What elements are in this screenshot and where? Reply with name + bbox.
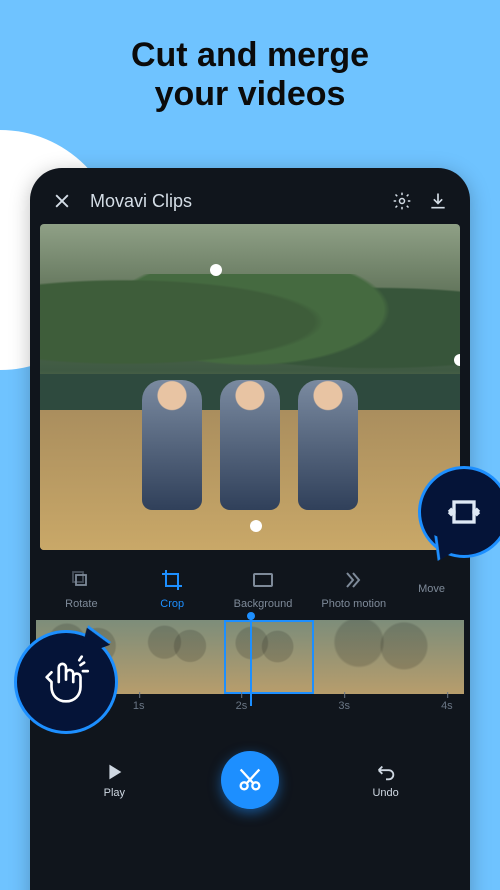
timeline-tick: 1s — [133, 700, 145, 712]
timeline-clip[interactable] — [314, 620, 464, 694]
timeline-tick: 3s — [338, 700, 350, 712]
headline-line-1: Cut and merge — [0, 36, 500, 75]
bottom-bar: Play Undo — [36, 740, 464, 820]
tool-rotate[interactable]: Rotate — [43, 568, 119, 610]
callout-swipe-icon — [14, 630, 118, 734]
tool-label: Photo motion — [321, 598, 386, 610]
tool-photo-motion[interactable]: Photo motion — [316, 568, 392, 610]
undo-button[interactable]: Undo — [336, 761, 436, 799]
gear-icon[interactable] — [384, 183, 420, 219]
app-topbar: Movavi Clips — [36, 178, 464, 224]
playhead[interactable] — [250, 616, 252, 706]
video-preview[interactable] — [40, 224, 460, 550]
timeline-clip-selected[interactable] — [224, 620, 314, 694]
headline-line-2: your videos — [0, 75, 500, 114]
promo-headline: Cut and merge your videos — [0, 0, 500, 114]
tool-move[interactable]: Move — [407, 583, 457, 595]
tool-crop[interactable]: Crop — [134, 568, 210, 610]
crop-handle-top[interactable] — [210, 264, 222, 276]
app-title: Movavi Clips — [80, 191, 384, 212]
callout-split-icon — [418, 466, 500, 558]
download-icon[interactable] — [420, 183, 456, 219]
play-label: Play — [104, 787, 125, 799]
close-icon[interactable] — [44, 183, 80, 219]
tool-label: Background — [234, 598, 293, 610]
tool-row: Rotate Crop Background Photo motion Move — [36, 550, 464, 620]
tool-label: Crop — [160, 598, 184, 610]
tool-label: Rotate — [65, 598, 97, 610]
tool-background[interactable]: Background — [225, 568, 301, 610]
timeline-tick: 4s — [441, 700, 453, 712]
crop-handle-right[interactable] — [454, 354, 460, 366]
phone-frame: Movavi Clips Rotate Crop Background — [30, 168, 470, 890]
crop-handle-bottom[interactable] — [250, 520, 262, 532]
undo-label: Undo — [372, 787, 398, 799]
preview-subjects — [142, 380, 358, 510]
play-button[interactable]: Play — [64, 761, 164, 799]
tool-label: Move — [418, 583, 445, 595]
cut-button[interactable] — [221, 751, 279, 809]
timeline-tick: 2s — [236, 700, 248, 712]
timeline-clip[interactable] — [139, 620, 225, 694]
